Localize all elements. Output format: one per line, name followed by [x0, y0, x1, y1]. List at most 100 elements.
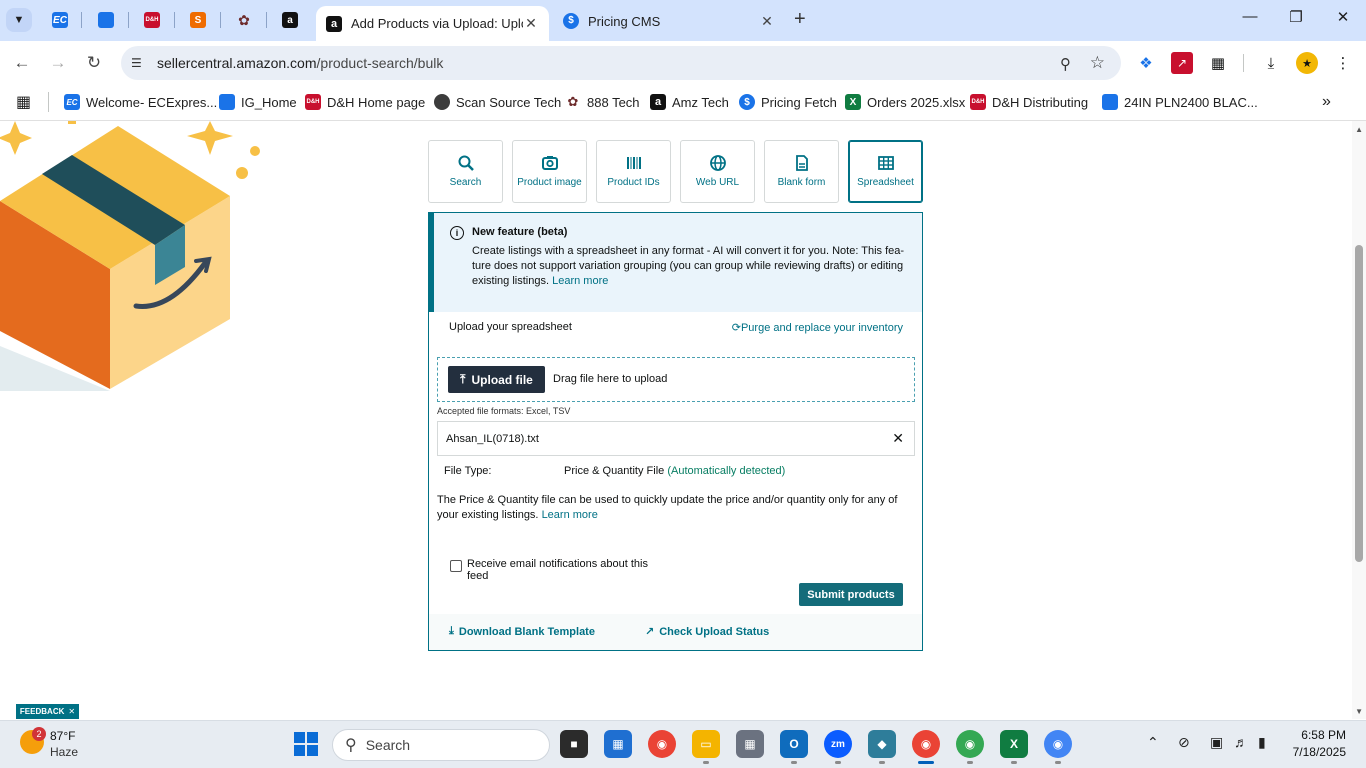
bookmark-24in-pln[interactable]: 24IN PLN2400 BLAC...: [1102, 91, 1258, 113]
network-icon[interactable]: ⊘: [1178, 734, 1190, 751]
method-tab-web-url[interactable]: Web URL: [680, 140, 755, 203]
back-button[interactable]: ←: [10, 51, 34, 75]
restore-button[interactable]: ❐: [1281, 8, 1311, 26]
tab-separator: [266, 12, 267, 28]
chrome-icon[interactable]: ◉: [648, 730, 676, 758]
file-type-description: The Price & Quantity file can be used to…: [437, 494, 898, 521]
running-indicator: [703, 761, 709, 764]
close-icon[interactable]: ✕: [523, 15, 539, 32]
weather-badge: 2: [32, 727, 46, 741]
extension-icon[interactable]: ❖: [1135, 52, 1157, 74]
method-tab-search[interactable]: Search: [428, 140, 503, 203]
upload-file-button[interactable]: ⤒ Upload file: [448, 366, 545, 393]
method-tab-product-image[interactable]: Product image: [512, 140, 587, 203]
cloud-icon: [1102, 94, 1118, 110]
forward-button[interactable]: →: [46, 51, 70, 75]
chrome-profile-icon[interactable]: ◉: [956, 730, 984, 758]
display-icon[interactable]: ▣: [1210, 734, 1223, 751]
bookmarks-bar: ▦ EC Welcome- ECExpres... IG_Home D&H D&H …: [0, 85, 1366, 121]
feedback-tab[interactable]: FEEDBACK ✕: [16, 704, 79, 719]
bookmark-888-tech[interactable]: ✿ 888 Tech: [565, 91, 640, 113]
scrollbar-thumb[interactable]: [1355, 245, 1363, 562]
method-tab-blank-form[interactable]: Blank form: [764, 140, 839, 203]
tab-search-button[interactable]: ▼: [6, 8, 32, 32]
pinned-tab-ec[interactable]: EC: [46, 8, 74, 32]
bookmark-pricing-fetch[interactable]: $ Pricing Fetch: [739, 91, 837, 113]
profile-avatar[interactable]: ★: [1296, 52, 1318, 74]
remove-file-icon[interactable]: ✕: [892, 430, 904, 447]
running-indicator: [835, 761, 841, 764]
excel-icon[interactable]: X: [1000, 730, 1028, 758]
tab-add-products[interactable]: a Add Products via Upload: Uplo ✕: [316, 6, 549, 41]
outlook-icon[interactable]: O: [780, 730, 808, 758]
check-upload-status-link[interactable]: ↗ Check Upload Status: [645, 625, 769, 639]
pinned-tab-cloud[interactable]: [92, 8, 120, 32]
submit-products-button[interactable]: Submit products: [799, 583, 903, 606]
method-tab-product-ids[interactable]: Product IDs: [596, 140, 671, 203]
chevron-up-icon[interactable]: ⌃: [1147, 734, 1159, 751]
file-type-label: File Type:: [444, 465, 492, 477]
tech-icon: ✿: [567, 94, 579, 109]
close-window-button[interactable]: ✕: [1328, 8, 1358, 26]
task-view-icon[interactable]: ■: [560, 730, 588, 758]
close-icon[interactable]: ✕: [68, 707, 75, 716]
close-icon[interactable]: ✕: [759, 13, 775, 30]
pinned-tab-amazon[interactable]: a: [276, 8, 304, 32]
bookmark-amz-tech[interactable]: a Amz Tech: [650, 91, 729, 113]
bookmark-orders-xlsx[interactable]: X Orders 2025.xlsx: [845, 91, 965, 113]
app-icon[interactable]: ◆: [868, 730, 896, 758]
pdf-extension-icon[interactable]: ↗: [1171, 52, 1193, 74]
address-bar[interactable]: ☰ sellercentral.amazon.com/product-searc…: [121, 46, 1121, 80]
zoom-icon[interactable]: zm: [824, 730, 852, 758]
bookmark-dh-distributing[interactable]: D&H D&H Distributing: [970, 91, 1088, 113]
site-settings-icon[interactable]: ☰: [131, 56, 149, 70]
battery-icon[interactable]: ▮: [1258, 734, 1266, 751]
chrome-profile-icon[interactable]: ◉: [1044, 730, 1072, 758]
bookmarks-separator: [48, 92, 49, 112]
minimize-button[interactable]: —: [1235, 8, 1265, 25]
excel-icon: X: [845, 94, 861, 110]
email-notification-label[interactable]: Receive email notifications about this f…: [467, 558, 657, 582]
learn-more-link[interactable]: Learn more: [542, 509, 598, 521]
purge-replace-link[interactable]: ⟳Purge and replace your inventory: [732, 321, 903, 334]
taskbar-search[interactable]: ⚲ Search: [332, 729, 550, 761]
store-icon[interactable]: ▦: [604, 730, 632, 758]
method-tab-spreadsheet[interactable]: Spreadsheet: [848, 140, 923, 203]
bookmark-ecexpress[interactable]: EC Welcome- ECExpres...: [64, 91, 217, 113]
menu-icon[interactable]: ⋮: [1332, 52, 1354, 74]
bookmark-dh-home[interactable]: D&H D&H Home page: [305, 91, 425, 113]
calculator-icon[interactable]: ▦: [736, 730, 764, 758]
ec-icon: EC: [52, 12, 68, 28]
chrome-profile-icon[interactable]: ◉: [912, 730, 940, 758]
bookmark-star-icon[interactable]: ☆: [1090, 53, 1105, 73]
volume-icon[interactable]: ♬: [1234, 734, 1248, 750]
info-icon: i: [450, 226, 464, 240]
learn-more-link[interactable]: Learn more: [552, 275, 608, 287]
scroll-up-icon[interactable]: ▲: [1355, 125, 1363, 134]
scroll-down-icon[interactable]: ▼: [1355, 707, 1363, 716]
zoom-icon[interactable]: ⚲: [1060, 55, 1071, 73]
more-bookmarks-icon[interactable]: »: [1322, 91, 1331, 113]
file-dropzone[interactable]: ⤒ Upload file Drag file here to upload: [437, 357, 915, 402]
pinned-tab-tech[interactable]: ✿: [230, 8, 258, 32]
tab-pricing-cms[interactable]: $ Pricing CMS ✕: [553, 6, 785, 36]
weather-temp[interactable]: 87°F: [50, 729, 75, 743]
running-indicator: [791, 761, 797, 764]
weather-condition[interactable]: Haze: [50, 745, 78, 759]
extensions-icon[interactable]: ▦: [1207, 52, 1229, 74]
download-icon[interactable]: ⤓: [1260, 52, 1282, 74]
windows-start-icon[interactable]: [294, 732, 318, 756]
file-explorer-icon[interactable]: ▭: [692, 730, 720, 758]
download-template-link[interactable]: ⤓ Download Blank Template: [449, 625, 595, 638]
pinned-tab-s[interactable]: S: [184, 8, 212, 32]
new-tab-button[interactable]: +: [794, 9, 806, 29]
browser-toolbar: ← → ↻ ☰ sellercentral.amazon.com/product…: [0, 41, 1366, 85]
clock-time[interactable]: 6:58 PM: [1301, 728, 1346, 742]
apps-icon[interactable]: ▦: [16, 91, 31, 113]
bookmark-scan-source[interactable]: Scan Source Tech: [434, 91, 561, 113]
email-notification-checkbox[interactable]: [450, 560, 462, 572]
clock-date[interactable]: 7/18/2025: [1293, 745, 1346, 759]
bookmark-ig-home[interactable]: IG_Home: [219, 91, 297, 113]
pinned-tab-dh[interactable]: D&H: [138, 8, 166, 32]
reload-button[interactable]: ↻: [82, 51, 106, 75]
